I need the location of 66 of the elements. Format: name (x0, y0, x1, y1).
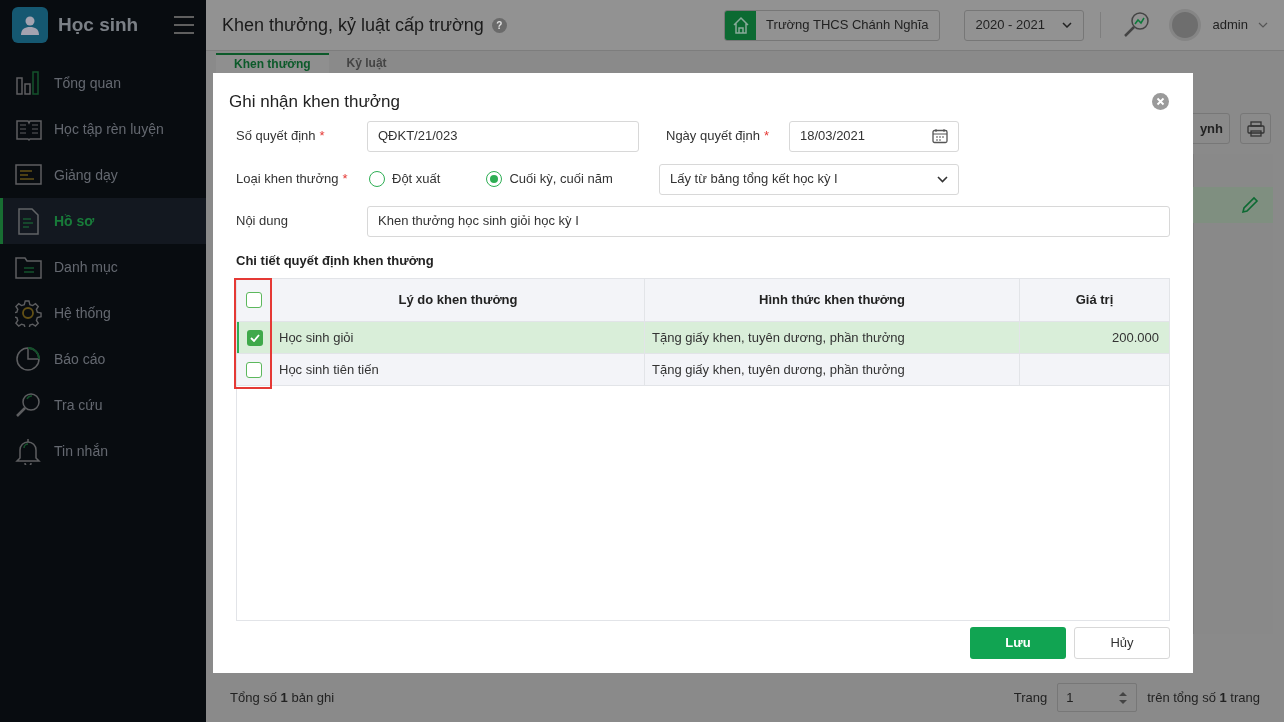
page-title: Khen thưởng, kỷ luật cấp trường (222, 13, 484, 37)
required-mark: * (342, 170, 348, 189)
column-header: Hình thức khen thưởng (645, 279, 1020, 321)
table-cell-text: Tặng giấy khen, tuyên dương, phần thưởng (652, 360, 905, 379)
field-label: Ngày quyết định (666, 127, 760, 146)
page-label: Trang (1013, 688, 1048, 707)
required-mark: * (319, 127, 325, 146)
chevron-down-icon (1061, 22, 1072, 28)
source-dropdown[interactable]: Lấy từ bảng tổng kết học kỳ I (659, 163, 959, 195)
house-icon (731, 16, 750, 34)
sidebar-item[interactable]: Báo cáo (0, 336, 206, 382)
checkbox[interactable] (246, 292, 262, 308)
table-row[interactable]: Học sinh giỏi Tặng giấy khen, tuyên dương, phần thưởng 200.000 (237, 322, 1169, 354)
radio-option[interactable]: Đột xuất (369, 169, 441, 189)
sidebar-item[interactable]: Tra cứu (0, 382, 206, 428)
person-icon (20, 15, 40, 35)
checkbox[interactable] (247, 329, 263, 346)
table-row[interactable]: Học sinh tiên tiến Tặng giấy khen, tuyên dương, phần thưởng (237, 354, 1169, 386)
user-avatar[interactable] (1168, 9, 1201, 41)
tab[interactable]: Khen thưởng (216, 53, 329, 73)
column-header: Giá trị (1074, 291, 1115, 310)
chevron-down-icon (937, 175, 948, 183)
dialog-title: Ghi nhận khen thưởng (229, 91, 400, 113)
field-label: Loại khen thưởng (236, 170, 339, 189)
input-field[interactable]: Khen thưởng học sinh giỏi học kỳ I (367, 205, 1170, 237)
table-cell-text: 200.000 (1112, 328, 1159, 347)
magnifier-chart-icon (1122, 11, 1151, 39)
sidebar-item[interactable]: Hệ thống (0, 290, 206, 336)
tab[interactable]: Kỷ luật (328, 53, 405, 73)
column-header: Lý do khen thưởng (272, 279, 645, 321)
table-cell-text: Học sinh tiên tiến (279, 360, 379, 379)
page-total: trên tổng số 1 trang (1147, 688, 1260, 707)
section-title: Chi tiết quyết định khen thưởng (235, 251, 435, 270)
sidebar-item[interactable]: Giảng dạy (0, 152, 206, 198)
menu-button[interactable] (174, 16, 194, 34)
sidebar-item[interactable]: Hồ sơ (0, 198, 206, 244)
field-label: Nội dung (236, 212, 289, 231)
spinner-arrows-icon (1118, 690, 1129, 705)
school-selector[interactable]: Trường THCS Chánh Nghĩa (724, 9, 940, 41)
table-cell-text: Tặng giấy khen, tuyên dương, phần thưởng (652, 328, 905, 347)
chevron-down-icon (1258, 22, 1268, 28)
close-icon (1152, 93, 1169, 111)
cancel-button[interactable]: Hủy (1074, 627, 1170, 659)
save-button[interactable]: Lưu (970, 627, 1066, 659)
sidebar-item[interactable]: Tin nhắn (0, 428, 206, 474)
field-label: Số quyết định (236, 127, 316, 146)
page-input[interactable]: 1 (1057, 683, 1138, 712)
print-button[interactable] (1240, 113, 1271, 144)
record-count: Tổng số 1 bản ghi (230, 688, 336, 707)
user-name[interactable]: admin (1212, 15, 1248, 35)
pencil-icon (1241, 196, 1259, 214)
help-icon[interactable]: ? (491, 17, 507, 33)
calendar-icon (932, 128, 948, 144)
sidebar-item[interactable]: Học tập rèn luyện (0, 106, 206, 152)
check-icon (250, 333, 260, 342)
sidebar-item[interactable]: Tổng quan (0, 60, 206, 106)
date-field[interactable]: 18/03/2021 (789, 120, 959, 152)
table-cell-text: Học sinh giỏi (279, 328, 354, 347)
required-mark: * (763, 127, 769, 146)
sidebar-item[interactable]: Danh mục (0, 244, 206, 290)
checkbox[interactable] (246, 361, 262, 378)
printer-icon (1246, 120, 1265, 137)
year-dropdown[interactable]: 2020 - 2021 (963, 9, 1084, 41)
input-field[interactable]: QĐKT/21/023 (367, 120, 639, 152)
radio-option[interactable]: Cuối kỳ, cuối năm (486, 169, 613, 189)
app-title: Học sinh (58, 12, 140, 37)
